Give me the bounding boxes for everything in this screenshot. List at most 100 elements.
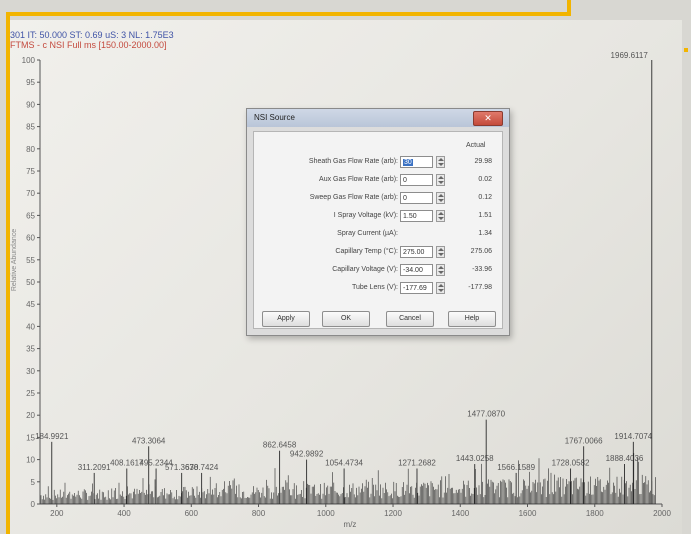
parameter-row: Spray Current (µA): 1.34 [254, 228, 502, 242]
actual-value: -177.98 [468, 284, 492, 291]
y-tick-label: 45 [26, 300, 35, 309]
peak-label: 1767.0066 [565, 436, 603, 445]
parameter-input[interactable]: 1.50 [400, 210, 433, 222]
parameter-label: Sheath Gas Flow Rate (arb): [308, 158, 398, 165]
parameter-label: Spray Current (µA): [337, 230, 398, 237]
annotation-line-top-stub [567, 0, 571, 16]
actual-value: 1.51 [478, 212, 492, 219]
y-tick-label: 10 [26, 456, 35, 465]
x-tick-label: 400 [117, 509, 131, 518]
y-tick-label: 85 [26, 123, 35, 132]
y-tick-label: 70 [26, 189, 35, 198]
parameter-row: I Spray Voltage (kV): 1.50 1.51 [254, 210, 502, 224]
parameter-row: Sweep Gas Flow Rate (arb): 0 0.12 [254, 192, 502, 206]
help-button[interactable]: Help [448, 311, 496, 327]
close-icon[interactable]: ✕ [473, 111, 503, 126]
x-tick-label: 1800 [586, 509, 604, 518]
y-tick-label: 65 [26, 211, 35, 220]
y-tick-label: 55 [26, 256, 35, 265]
ok-button[interactable]: OK [322, 311, 370, 327]
peak-label: 473.3064 [132, 436, 166, 445]
parameter-label: Sweep Gas Flow Rate (arb): [309, 194, 398, 201]
y-tick-label: 75 [26, 167, 35, 176]
spinner-arrows-icon[interactable] [436, 246, 445, 258]
nsi-source-dialog: NSI Source ✕ Actual Sheath Gas Flow Rate… [246, 108, 510, 336]
y-tick-label: 5 [31, 478, 36, 487]
y-tick-label: 90 [26, 100, 35, 109]
parameter-label: Aux Gas Flow Rate (arb): [319, 176, 398, 183]
peak-label: 184.9921 [35, 432, 69, 441]
parameter-input[interactable]: -177.69 [400, 282, 433, 294]
actual-value: 1.34 [478, 230, 492, 237]
peak-label: 1969.6117 [611, 51, 649, 60]
x-tick-label: 600 [185, 509, 199, 518]
parameter-label: Capillary Temp (°C): [335, 248, 398, 255]
parameter-label: I Spray Voltage (kV): [333, 212, 398, 219]
x-tick-label: 800 [252, 509, 266, 518]
y-tick-label: 60 [26, 234, 35, 243]
peak-label: 1914.7074 [614, 432, 652, 441]
dialog-body: Actual Sheath Gas Flow Rate (arb): 30 29.9… [253, 131, 503, 329]
parameter-row: Capillary Temp (°C): 275.00 275.06 [254, 246, 502, 260]
y-tick-label: 0 [31, 500, 36, 509]
annotation-line-left [6, 12, 10, 534]
instrument-screen: 301 IT: 50.000 ST: 0.69 uS: 3 NL: 1.75E3… [10, 20, 682, 534]
spinner-arrows-icon[interactable] [436, 210, 445, 222]
y-tick-label: 25 [26, 389, 35, 398]
parameter-input[interactable]: 275.00 [400, 246, 433, 258]
spinner-arrows-icon[interactable] [436, 156, 445, 168]
y-tick-label: 80 [26, 145, 35, 154]
cancel-button[interactable]: Cancel [386, 311, 434, 327]
annotation-line-top [10, 12, 570, 16]
parameter-input[interactable]: -34.00 [400, 264, 433, 276]
parameter-label: Tube Lens (V): [351, 284, 398, 291]
parameter-input[interactable]: 0 [400, 192, 433, 204]
parameter-input[interactable]: 0 [400, 174, 433, 186]
y-axis-label: Relative Abundance [11, 229, 18, 291]
dialog-title: NSI Source [254, 113, 295, 122]
x-tick-label: 200 [50, 509, 64, 518]
peak-label: 1054.4734 [325, 458, 363, 467]
peak-label: 1477.0870 [467, 410, 505, 419]
x-axis-label: m/z [344, 520, 357, 529]
y-tick-label: 95 [26, 78, 35, 87]
peak-label: 630.7424 [185, 463, 219, 472]
x-tick-label: 1200 [384, 509, 402, 518]
dialog-titlebar[interactable]: NSI Source ✕ [247, 109, 509, 127]
peak-label: 1728.0582 [552, 458, 590, 467]
spinner-arrows-icon[interactable] [436, 174, 445, 186]
parameter-row: Sheath Gas Flow Rate (arb): 30 29.98 [254, 156, 502, 170]
x-tick-label: 2000 [653, 509, 671, 518]
y-tick-label: 35 [26, 345, 35, 354]
x-tick-label: 1600 [519, 509, 537, 518]
actual-value: -33.96 [472, 266, 492, 273]
actual-value: 29.98 [474, 158, 492, 165]
y-tick-label: 40 [26, 322, 35, 331]
actual-value: 0.02 [478, 176, 492, 183]
actual-value: 0.12 [478, 194, 492, 201]
parameter-input[interactable]: 30 [400, 156, 433, 168]
parameter-row: Capillary Voltage (V): -34.00 -33.96 [254, 264, 502, 278]
parameter-row: Tube Lens (V): -177.69 -177.98 [254, 282, 502, 296]
peak-label: 1566.1589 [497, 463, 535, 472]
apply-button[interactable]: Apply [262, 311, 310, 327]
y-tick-label: 15 [26, 433, 35, 442]
actual-value: 275.06 [470, 248, 492, 255]
parameter-label: Capillary Voltage (V): [332, 266, 398, 273]
peak-label: 1271.2682 [398, 458, 436, 467]
y-tick-label: 30 [26, 367, 35, 376]
spinner-arrows-icon[interactable] [436, 282, 445, 294]
x-tick-label: 1000 [317, 509, 335, 518]
peak-label: 311.2091 [78, 463, 111, 472]
peak-label: 1888.4036 [606, 454, 644, 463]
spinner-arrows-icon[interactable] [436, 264, 445, 276]
peak-label: 1443.0258 [456, 454, 494, 463]
spinner-arrows-icon[interactable] [436, 192, 445, 204]
x-tick-label: 1400 [451, 509, 469, 518]
peak-label: 862.6458 [263, 441, 297, 450]
actual-column-header: Actual [466, 142, 486, 149]
y-tick-label: 20 [26, 411, 35, 420]
peak-label: 942.9892 [290, 450, 324, 459]
y-tick-label: 100 [22, 56, 36, 65]
annotation-mark [684, 48, 688, 52]
